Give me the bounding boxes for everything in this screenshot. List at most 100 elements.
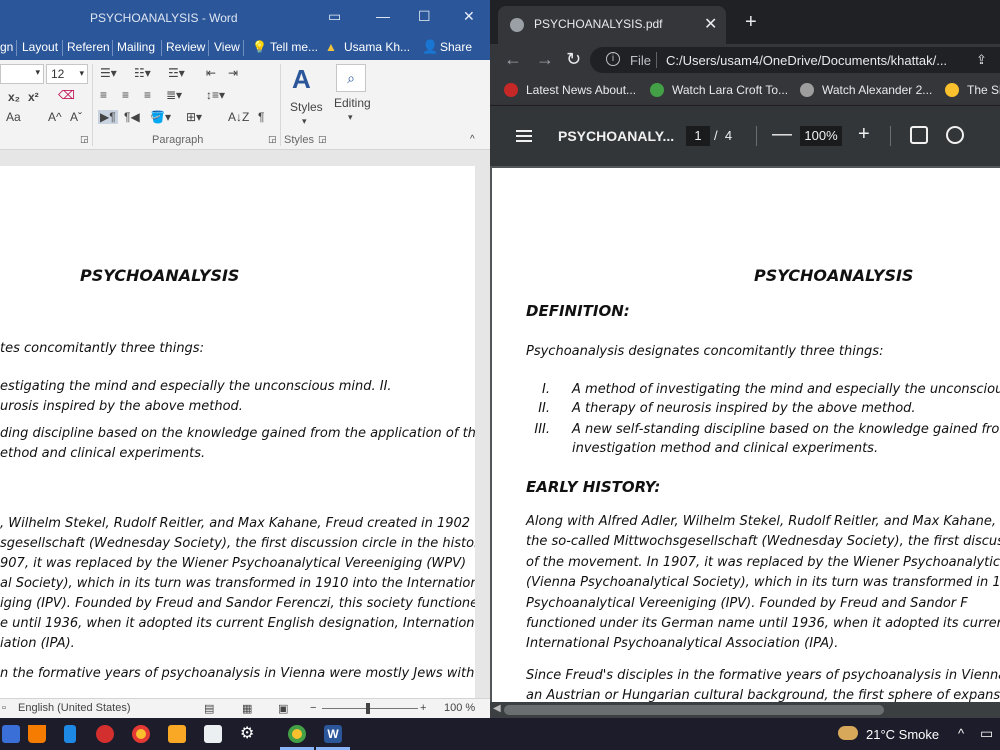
rtl-icon[interactable]: ¶◀ xyxy=(124,110,140,124)
tab-layout[interactable]: Layout xyxy=(22,40,58,54)
forward-icon[interactable]: → xyxy=(536,49,554,70)
pdf-line: an Austrian or Hungarian cultural backgr… xyxy=(526,688,1000,703)
horizontal-scrollbar[interactable]: ◀ xyxy=(490,702,1000,718)
styles-group-label: Styles xyxy=(284,134,314,146)
pdf-viewer[interactable]: PSYCHOANALYSIS DEFINITION: Psychoanalysi… xyxy=(490,166,1000,708)
multilevel-list-icon[interactable]: ☲▾ xyxy=(168,66,185,80)
font-size-dropdown[interactable]: 12 ▾ xyxy=(46,64,88,84)
fit-page-icon[interactable] xyxy=(910,126,928,144)
phone-icon[interactable] xyxy=(64,725,76,743)
settings-icon[interactable]: ⚙ xyxy=(240,723,258,742)
bookmark-item[interactable]: Latest News About... xyxy=(504,83,636,97)
ltr-icon[interactable]: ▶¶ xyxy=(98,110,118,124)
user-name[interactable]: Usama Kh... xyxy=(344,40,410,54)
font-name-dropdown[interactable]: ▾ xyxy=(0,64,44,84)
tab-references[interactable]: Referen xyxy=(67,40,110,54)
opera-icon[interactable] xyxy=(96,725,114,743)
document-page[interactable]: PSYCHOANALYSIS tes concomitantly three t… xyxy=(0,166,475,698)
print-layout-icon[interactable]: ▦ xyxy=(242,702,252,715)
zoom-in-button[interactable]: + xyxy=(858,123,870,146)
show-formatting-button[interactable]: ¶ xyxy=(258,110,264,124)
styles-icon[interactable]: A xyxy=(292,64,311,95)
chrome-icon[interactable] xyxy=(288,725,306,743)
shrink-font-button[interactable]: Aˇ xyxy=(70,110,82,124)
tab-design[interactable]: gn xyxy=(0,40,13,54)
file-explorer-icon[interactable] xyxy=(168,725,186,743)
language-status[interactable]: English (United States) xyxy=(18,702,131,714)
chrome-icon[interactable] xyxy=(132,725,150,743)
zoom-slider[interactable] xyxy=(322,708,418,709)
scroll-left-icon[interactable]: ◀ xyxy=(493,703,501,714)
weather-icon[interactable] xyxy=(838,726,858,740)
search-icon[interactable]: ⌕ xyxy=(336,64,366,92)
clear-formatting-icon[interactable]: ⌫ xyxy=(58,88,75,102)
page-number-input[interactable]: 1 xyxy=(686,126,710,146)
paragraph-dialog-launcher-icon[interactable]: ◲ xyxy=(268,134,277,145)
shading-icon[interactable]: 🪣▾ xyxy=(150,110,171,124)
decrease-indent-icon[interactable]: ⇤ xyxy=(206,66,216,80)
bookmark-item[interactable]: Watch Lara Croft To... xyxy=(650,83,788,97)
ribbon-display-icon[interactable]: ▭ xyxy=(328,8,341,25)
collapse-ribbon-icon[interactable]: ^ xyxy=(470,134,475,145)
tab-close-icon[interactable]: ✕ xyxy=(704,14,717,34)
zoom-out-button[interactable]: − xyxy=(310,702,316,714)
justify-icon[interactable]: ≣▾ xyxy=(166,88,182,102)
share-button[interactable]: 👤 Share xyxy=(414,36,484,60)
tab-view[interactable]: View xyxy=(214,40,240,54)
bullets-icon[interactable]: ☰▾ xyxy=(100,66,117,80)
read-mode-icon[interactable]: ▤ xyxy=(204,702,214,715)
subscript-button[interactable]: x₂ xyxy=(8,90,20,104)
increase-indent-icon[interactable]: ⇥ xyxy=(228,66,238,80)
info-icon[interactable]: i xyxy=(606,52,620,66)
editing-dropdown-icon[interactable]: ▾ xyxy=(348,112,353,123)
zoom-slider-thumb[interactable] xyxy=(366,703,370,714)
new-tab-button[interactable]: + xyxy=(745,11,757,34)
borders-icon[interactable]: ⊞▾ xyxy=(186,110,202,124)
change-case-button[interactable]: Aa xyxy=(6,110,21,124)
sort-button[interactable]: A↓Z xyxy=(228,110,249,124)
rotate-icon[interactable] xyxy=(946,126,964,144)
photo-icon[interactable] xyxy=(204,725,222,743)
vlc-icon[interactable] xyxy=(28,725,46,743)
reload-icon[interactable]: ↻ xyxy=(566,49,581,70)
line-spacing-icon[interactable]: ↕≡▾ xyxy=(206,88,225,102)
tab-review[interactable]: Review xyxy=(166,40,205,54)
zoom-input[interactable]: 100% xyxy=(800,126,842,146)
address-bar[interactable]: i File C:/Users/usam4/OneDrive/Documents… xyxy=(590,47,1000,73)
share-icon[interactable]: ⇪ xyxy=(976,52,987,68)
styles-dropdown-icon[interactable]: ▾ xyxy=(302,116,307,127)
word-icon[interactable]: W xyxy=(324,725,342,743)
spelling-icon[interactable]: ▫ xyxy=(2,702,6,714)
align-left-icon[interactable]: ≡ xyxy=(100,88,107,102)
scrollbar-thumb[interactable] xyxy=(504,705,884,715)
minimize-icon[interactable]: — xyxy=(376,8,390,24)
styles-dialog-launcher-icon[interactable]: ◲ xyxy=(318,134,327,145)
weather-text[interactable]: 21°C Smoke xyxy=(866,727,939,742)
bookmark-item[interactable]: Watch Alexander 2... xyxy=(800,83,932,97)
zoom-level[interactable]: 100 % xyxy=(444,702,475,714)
maximize-icon[interactable]: ☐ xyxy=(418,8,431,25)
zoom-in-button[interactable]: + xyxy=(420,702,426,714)
zoom-out-button[interactable]: — xyxy=(772,123,792,146)
bookmark-item[interactable]: The Si xyxy=(945,83,1000,97)
web-layout-icon[interactable]: ▣ xyxy=(278,702,288,715)
grow-font-button[interactable]: A^ xyxy=(48,110,62,124)
close-icon[interactable]: ✕ xyxy=(463,8,475,25)
doc-line: iation (IPA). xyxy=(0,636,75,651)
vertical-scrollbar[interactable] xyxy=(475,166,490,698)
styles-button[interactable]: Styles xyxy=(290,100,323,114)
superscript-button[interactable]: x² xyxy=(28,90,39,104)
back-icon[interactable]: ← xyxy=(504,49,522,70)
numbering-icon[interactable]: ☷▾ xyxy=(134,66,151,80)
tell-me-box[interactable]: Tell me... xyxy=(270,40,318,54)
align-right-icon[interactable]: ≡ xyxy=(144,88,151,102)
font-dialog-launcher-icon[interactable]: ◲ xyxy=(80,134,89,145)
network-icon[interactable]: ▭ xyxy=(980,725,993,742)
browser-tab[interactable]: PSYCHOANALYSIS.pdf ✕ xyxy=(498,6,726,44)
editing-button[interactable]: Editing xyxy=(334,96,371,110)
tab-mailings[interactable]: Mailing xyxy=(117,40,155,54)
menu-icon[interactable] xyxy=(516,130,532,142)
task-view-icon[interactable] xyxy=(2,725,20,743)
align-center-icon[interactable]: ≡ xyxy=(122,88,129,102)
show-hidden-icons[interactable]: ^ xyxy=(958,726,964,741)
